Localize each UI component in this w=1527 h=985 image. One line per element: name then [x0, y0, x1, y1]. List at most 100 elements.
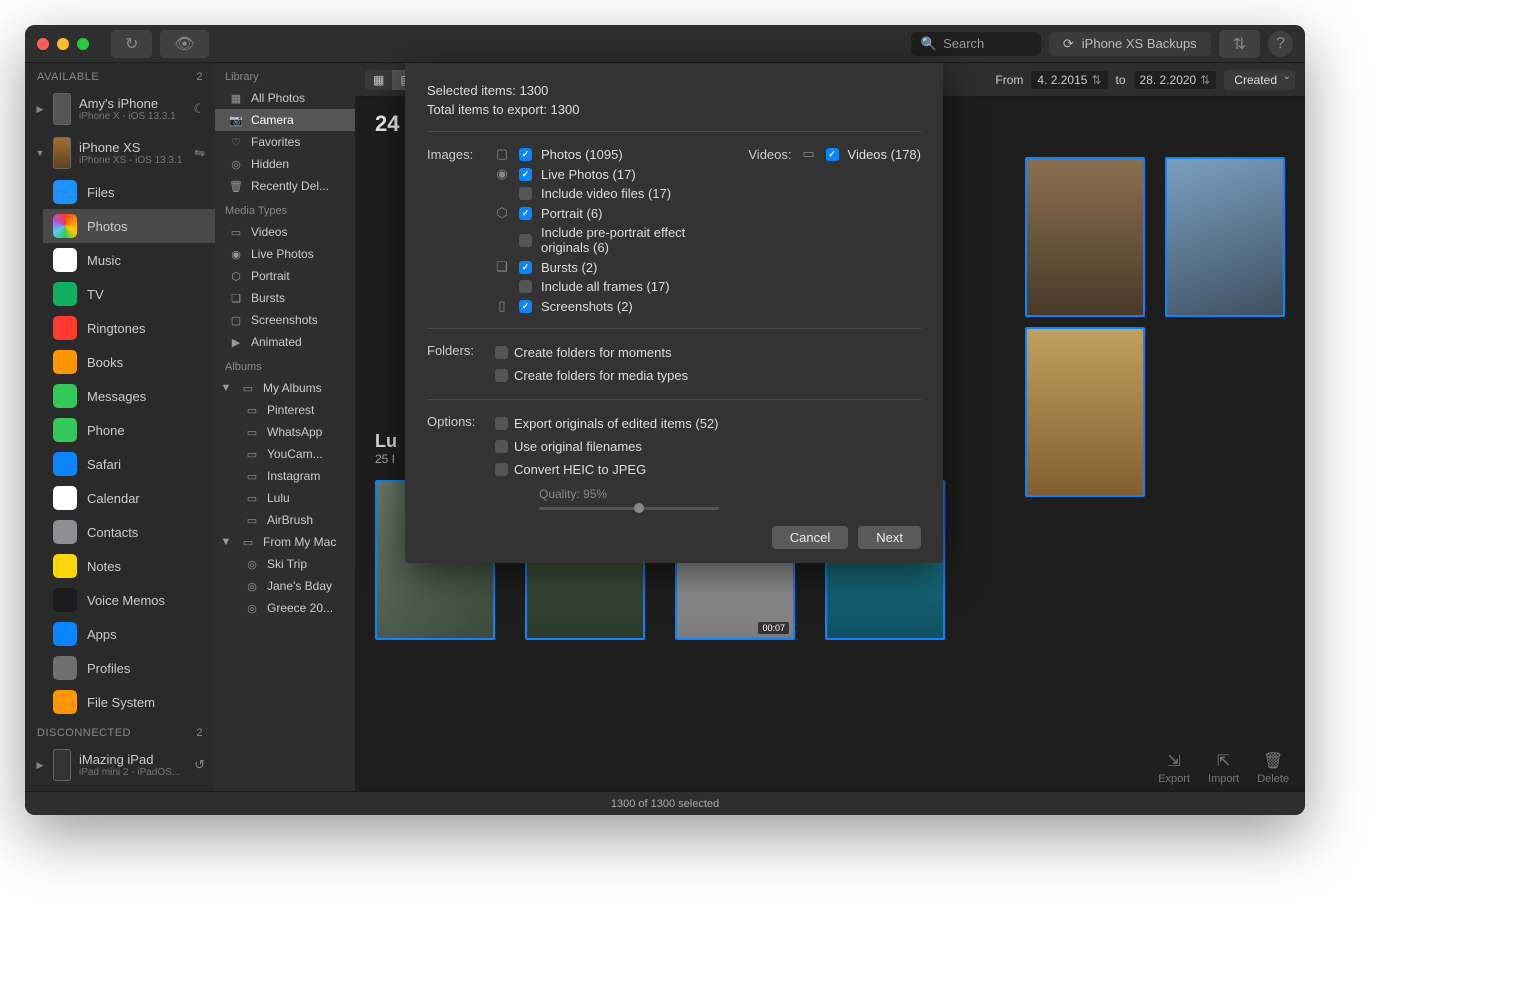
maximize-icon[interactable]	[77, 38, 89, 50]
bursts-checkbox[interactable]: ✓	[519, 261, 532, 274]
device-amys-iphone[interactable]: ▶ Amy's iPhone iPhone X - iOS 13.3.1 ☾	[25, 87, 215, 131]
app-icon	[53, 520, 77, 544]
convert-heic-checkbox[interactable]: ✓	[495, 463, 508, 476]
app-item-calendar[interactable]: Calendar	[43, 481, 215, 515]
library-item-camera[interactable]: 📷Camera	[215, 109, 355, 131]
app-item-music[interactable]: Music	[43, 243, 215, 277]
delete-button[interactable]: 🗑Delete	[1257, 751, 1289, 785]
app-label: Files	[87, 185, 114, 200]
app-label: Photos	[87, 219, 127, 234]
library-item-screenshots[interactable]: ▢Screenshots	[215, 309, 355, 331]
export-originals-checkbox[interactable]: ✓	[495, 417, 508, 430]
app-item-voice-memos[interactable]: Voice Memos	[43, 583, 215, 617]
backups-button[interactable]: ⟳ iPhone XS Backups	[1049, 32, 1211, 56]
device-imazing-ipad[interactable]: ▶ iMazing iPad iPad mini 2 - iPadOS... ↺	[25, 743, 215, 787]
refresh-button[interactable]: ↻	[111, 30, 152, 58]
stepper-icon[interactable]: ⇅	[1200, 73, 1210, 87]
library-item-ski-trip[interactable]: ◎Ski Trip	[215, 553, 355, 575]
library-item-all-photos[interactable]: ▦All Photos	[215, 87, 355, 109]
screenshots-checkbox[interactable]: ✓	[519, 300, 532, 313]
quicklook-button[interactable]: 👁	[160, 30, 208, 58]
library-item-youcam-[interactable]: ▭YouCam...	[215, 443, 355, 465]
app-item-profiles[interactable]: Profiles	[43, 651, 215, 685]
app-item-notes[interactable]: Notes	[43, 549, 215, 583]
next-button[interactable]: Next	[858, 526, 921, 549]
export-icon: ⇲	[1158, 751, 1190, 771]
import-button[interactable]: ⇱Import	[1208, 751, 1239, 785]
app-item-safari[interactable]: Safari	[43, 447, 215, 481]
available-header: AVAILABLE 2	[25, 63, 215, 87]
minimize-icon[interactable]	[57, 38, 69, 50]
app-item-files[interactable]: Files	[43, 175, 215, 209]
photo-thumb[interactable]	[1025, 327, 1145, 497]
library-item-my-albums[interactable]: ▼▭My Albums	[215, 377, 355, 399]
quality-slider[interactable]	[539, 507, 719, 510]
bursts-sub-checkbox[interactable]: ✓	[519, 280, 532, 293]
videos-checkbox[interactable]: ✓	[826, 148, 839, 161]
disclosure-icon[interactable]: ▼	[219, 535, 233, 549]
library-item-greece-20-[interactable]: ◎Greece 20...	[215, 597, 355, 619]
titlebar-search[interactable]: 🔍 Search	[911, 32, 1041, 56]
app-item-phone[interactable]: Phone	[43, 413, 215, 447]
disclosure-icon[interactable]: ▼	[219, 381, 233, 395]
live-checkbox[interactable]: ✓	[519, 168, 532, 181]
photo-thumb[interactable]	[1025, 157, 1145, 317]
library-item-videos[interactable]: ▭Videos	[215, 221, 355, 243]
library-item-from-my-mac[interactable]: ▼▭From My Mac	[215, 531, 355, 553]
transfer-button[interactable]: ⇅	[1219, 30, 1260, 58]
sort-select[interactable]: Created	[1224, 70, 1295, 90]
stepper-icon[interactable]: ⇅	[1091, 73, 1101, 87]
library-item-recently-del-[interactable]: 🗑Recently Del...	[215, 175, 355, 197]
library-item-airbrush[interactable]: ▭AirBrush	[215, 509, 355, 531]
library-item-label: Recently Del...	[251, 179, 329, 193]
app-item-apps[interactable]: Apps	[43, 617, 215, 651]
app-item-photos[interactable]: Photos	[43, 209, 215, 243]
app-item-messages[interactable]: Messages	[43, 379, 215, 413]
photos-checkbox[interactable]: ✓	[519, 148, 532, 161]
app-item-ringtones[interactable]: Ringtones	[43, 311, 215, 345]
library-item-lulu[interactable]: ▭Lulu	[215, 487, 355, 509]
cancel-button[interactable]: Cancel	[772, 526, 848, 549]
library-item-instagram[interactable]: ▭Instagram	[215, 465, 355, 487]
portrait-checkbox[interactable]: ✓	[519, 207, 532, 220]
help-button[interactable]: ?	[1268, 31, 1293, 57]
library-item-hidden[interactable]: ◎Hidden	[215, 153, 355, 175]
library-item-whatsapp[interactable]: ▭WhatsApp	[215, 421, 355, 443]
library-item-favorites[interactable]: ♡Favorites	[215, 131, 355, 153]
library-item-label: YouCam...	[267, 447, 323, 461]
library-item-bursts[interactable]: ❏Bursts	[215, 287, 355, 309]
library-item-label: Camera	[251, 113, 294, 127]
portrait-sub-checkbox[interactable]: ✓	[519, 234, 532, 247]
export-button[interactable]: ⇲Export	[1158, 751, 1190, 785]
app-item-tv[interactable]: TV	[43, 277, 215, 311]
original-filenames-checkbox[interactable]: ✓	[495, 440, 508, 453]
app-item-file-system[interactable]: File System	[43, 685, 215, 719]
date-from-field[interactable]: 4. 2.2015⇅	[1031, 71, 1107, 89]
app-list: Files Photos MusicTVRingtonesBooksMessages…	[25, 175, 215, 719]
library-item-icon: ♡	[229, 135, 243, 149]
library-item-icon: ◉	[229, 247, 243, 261]
device-thumbnail	[53, 137, 71, 169]
library-item-animated[interactable]: ▶Animated	[215, 331, 355, 353]
photo-thumb[interactable]	[1165, 157, 1285, 317]
portrait-option: Portrait (6)	[541, 206, 726, 221]
library-item-live-photos[interactable]: ◉Live Photos	[215, 243, 355, 265]
view-large-icon[interactable]: ▦	[365, 70, 392, 90]
disclosure-icon[interactable]: ▶	[35, 760, 45, 771]
device-iphone-xs[interactable]: ▼ iPhone XS iPhone XS - iOS 13.3.1 ⇋	[25, 131, 215, 175]
app-item-contacts[interactable]: Contacts	[43, 515, 215, 549]
disclosure-icon[interactable]: ▼	[35, 148, 45, 158]
folders-types-checkbox[interactable]: ✓	[495, 369, 508, 382]
library-item-icon: ◎	[245, 557, 259, 571]
live-sub-checkbox[interactable]: ✓	[519, 187, 532, 200]
app-icon	[53, 180, 77, 204]
library-item-jane-s-bday[interactable]: ◎Jane's Bday	[215, 575, 355, 597]
date-to-field[interactable]: 28. 2.2020⇅	[1134, 71, 1217, 89]
library-item-portrait[interactable]: ⬡Portrait	[215, 265, 355, 287]
folders-moments-checkbox[interactable]: ✓	[495, 346, 508, 359]
library-item-label: AirBrush	[267, 513, 313, 527]
app-item-books[interactable]: Books	[43, 345, 215, 379]
close-icon[interactable]	[37, 38, 49, 50]
disclosure-icon[interactable]: ▶	[35, 104, 45, 115]
library-item-pinterest[interactable]: ▭Pinterest	[215, 399, 355, 421]
